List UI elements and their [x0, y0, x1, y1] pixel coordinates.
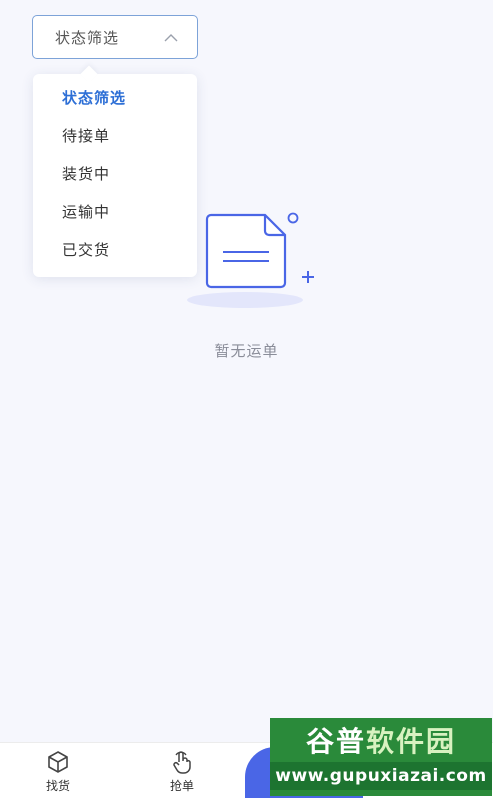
nav-item-find-goods[interactable]: 找货 [28, 749, 88, 797]
filter-option-delivered[interactable]: 已交货 [33, 235, 197, 273]
nav-label: 找货 [45, 779, 70, 793]
app-root: 状态筛选 状态筛选 待接单 装货中 运输中 已交货 暂无运单 找货 抢单 谷普 … [0, 0, 493, 798]
status-filter-dropdown: 状态筛选 待接单 装货中 运输中 已交货 [33, 74, 197, 277]
status-filter-label: 状态筛选 [55, 28, 120, 47]
watermark-title: 谷普 软件园 [305, 725, 457, 758]
chevron-up-icon [163, 29, 179, 45]
filter-option-all[interactable]: 状态筛选 [33, 83, 197, 121]
filter-option-loading[interactable]: 装货中 [33, 159, 197, 197]
watermark-logo: 谷普 软件园 www.gupuxiazai.com [270, 718, 492, 796]
filter-option-in-transit[interactable]: 运输中 [33, 197, 197, 235]
nav-item-grab-order[interactable]: 抢单 [152, 749, 212, 797]
empty-document-icon [183, 205, 323, 315]
status-filter-select[interactable]: 状态筛选 [32, 15, 198, 59]
box-icon [45, 749, 71, 775]
hand-tap-icon [169, 749, 195, 775]
nav-label: 抢单 [169, 779, 194, 793]
filter-option-pending[interactable]: 待接单 [33, 121, 197, 159]
watermark-url: www.gupuxiazai.com [270, 762, 492, 790]
empty-message: 暂无运单 [214, 342, 279, 360]
